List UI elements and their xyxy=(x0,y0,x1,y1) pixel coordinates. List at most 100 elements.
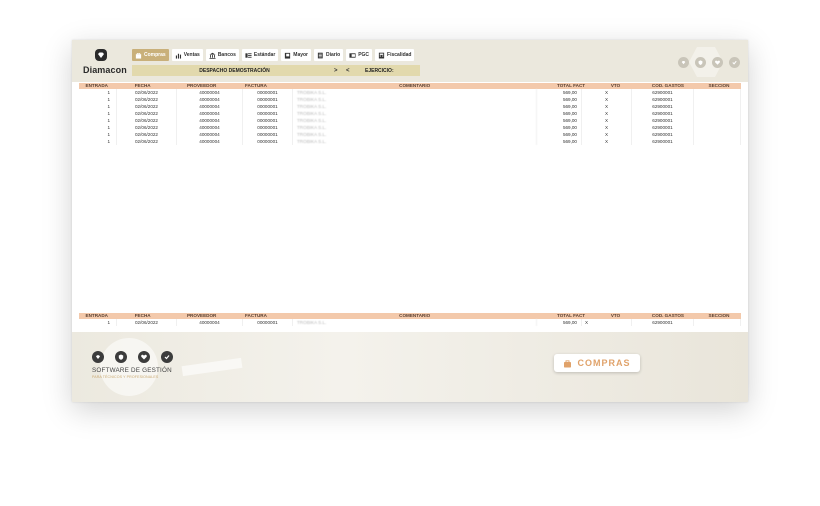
cell-vto[interactable]: X xyxy=(582,96,632,103)
cell-vto[interactable]: X xyxy=(582,89,632,96)
cell-factura[interactable]: 00000001 xyxy=(243,319,293,326)
cell-seccion[interactable] xyxy=(694,319,741,326)
cell-comentario[interactable]: TROBIKA S.L. xyxy=(293,319,537,326)
fiscalidad-button[interactable]: Fiscalidad xyxy=(375,49,415,61)
cell-proveedor[interactable]: 40000004 xyxy=(177,124,243,131)
table-row[interactable]: 1 02/06/2022 40000004 00000001 TROBIKA S.L. 5… xyxy=(79,117,741,124)
cell-cod-gastos[interactable]: 62900001 xyxy=(632,103,694,110)
cell-proveedor[interactable]: 40000004 xyxy=(177,89,243,96)
cell-comentario[interactable]: TROBIKA S.L. xyxy=(293,96,537,103)
table-row[interactable]: 1 02/06/2022 40000004 00000001 TROBIKA S.L. 5… xyxy=(79,138,741,145)
cell-comentario[interactable]: TROBIKA S.L. xyxy=(293,117,537,124)
cell-fecha[interactable]: 02/06/2022 xyxy=(117,131,177,138)
cell-factura[interactable]: 00000001 xyxy=(243,103,293,110)
bancos-button[interactable]: Bancos xyxy=(205,49,239,61)
ventas-button[interactable]: Ventas xyxy=(171,49,203,61)
table-row[interactable]: 1 02/06/2022 40000004 00000001 TROBIKA S.L. 5… xyxy=(79,131,741,138)
cell-comentario[interactable]: TROBIKA S.L. xyxy=(293,89,537,96)
cell-entrada[interactable]: 1 xyxy=(79,110,117,117)
cell-comentario[interactable]: TROBIKA S.L. xyxy=(293,124,537,131)
diario-button[interactable]: Diario xyxy=(314,49,344,61)
detail-row[interactable]: 1 02/06/2022 40000004 00000001 TROBIKA S… xyxy=(79,319,741,326)
heart-icon[interactable] xyxy=(712,57,723,68)
cell-proveedor[interactable]: 40000004 xyxy=(177,96,243,103)
cell-comentario[interactable]: TROBIKA S.L. xyxy=(293,103,537,110)
cell-proveedor[interactable]: 40000004 xyxy=(177,138,243,145)
cell-factura[interactable]: 00000001 xyxy=(243,124,293,131)
cell-total[interactable]: 569,00 xyxy=(537,319,582,326)
cell-entrada[interactable]: 1 xyxy=(79,89,117,96)
cell-seccion[interactable] xyxy=(694,89,741,96)
table-row[interactable]: 1 02/06/2022 40000004 00000001 TROBIKA S.L. 5… xyxy=(79,103,741,110)
cell-cod-gastos[interactable]: 62900001 xyxy=(632,117,694,124)
estandar-button[interactable]: Estándar xyxy=(241,49,279,61)
compras-section-button[interactable]: COMPRAS xyxy=(554,354,640,372)
cell-proveedor[interactable]: 40000004 xyxy=(177,319,243,326)
cell-seccion[interactable] xyxy=(694,96,741,103)
table-row[interactable]: 1 02/06/2022 40000004 00000001 TROBIKA S.L. 5… xyxy=(79,96,741,103)
cell-vto[interactable]: X xyxy=(582,124,632,131)
prev-button[interactable]: < xyxy=(346,68,350,74)
cell-vto[interactable]: X xyxy=(582,110,632,117)
cell-entrada[interactable]: 1 xyxy=(79,131,117,138)
cell-total[interactable]: 569,00 xyxy=(537,96,582,103)
cell-factura[interactable]: 00000001 xyxy=(243,131,293,138)
cell-vto[interactable]: X xyxy=(582,117,632,124)
cell-proveedor[interactable]: 40000004 xyxy=(177,131,243,138)
cell-cod-gastos[interactable]: 62900001 xyxy=(632,96,694,103)
cell-proveedor[interactable]: 40000004 xyxy=(177,110,243,117)
cell-factura[interactable]: 00000001 xyxy=(243,110,293,117)
cell-vto[interactable]: X xyxy=(582,138,632,145)
cell-fecha[interactable]: 02/06/2022 xyxy=(117,319,177,326)
cell-entrada[interactable]: 1 xyxy=(79,96,117,103)
cell-total[interactable]: 569,00 xyxy=(537,103,582,110)
cell-fecha[interactable]: 02/06/2022 xyxy=(117,138,177,145)
cell-cod-gastos[interactable]: 62900001 xyxy=(632,138,694,145)
cell-entrada[interactable]: 1 xyxy=(79,138,117,145)
cell-entrada[interactable]: 1 xyxy=(79,117,117,124)
cell-seccion[interactable] xyxy=(694,110,741,117)
cell-factura[interactable]: 00000001 xyxy=(243,138,293,145)
cell-entrada[interactable]: 1 xyxy=(79,103,117,110)
cell-vto[interactable]: X xyxy=(582,131,632,138)
diamond-icon[interactable] xyxy=(678,57,689,68)
cell-cod-gastos[interactable]: 62900001 xyxy=(632,131,694,138)
cell-comentario[interactable]: TROBIKA S.L. xyxy=(293,110,537,117)
compras-button[interactable]: Compras xyxy=(132,49,169,61)
cell-total[interactable]: 569,00 xyxy=(537,131,582,138)
cell-comentario[interactable]: TROBIKA S.L. xyxy=(293,131,537,138)
cell-seccion[interactable] xyxy=(694,131,741,138)
cell-fecha[interactable]: 02/06/2022 xyxy=(117,117,177,124)
mayor-button[interactable]: Mayor xyxy=(281,49,312,61)
next-button[interactable]: > xyxy=(334,68,338,74)
table-row[interactable]: 1 02/06/2022 40000004 00000001 TROBIKA S.L. 5… xyxy=(79,124,741,131)
table-row[interactable]: 1 02/06/2022 40000004 00000001 TROBIKA S.L. 5… xyxy=(79,89,741,96)
checkmark-icon[interactable] xyxy=(729,57,740,68)
cell-fecha[interactable]: 02/06/2022 xyxy=(117,103,177,110)
cell-cod-gastos[interactable]: 62900001 xyxy=(632,319,694,326)
cell-total[interactable]: 569,00 xyxy=(537,138,582,145)
cell-factura[interactable]: 00000001 xyxy=(243,117,293,124)
cell-proveedor[interactable]: 40000004 xyxy=(177,103,243,110)
cell-cod-gastos[interactable]: 62900001 xyxy=(632,110,694,117)
cell-total[interactable]: 569,00 xyxy=(537,124,582,131)
cell-entrada[interactable]: 1 xyxy=(79,319,117,326)
cell-seccion[interactable] xyxy=(694,103,741,110)
table-row[interactable]: 1 02/06/2022 40000004 00000001 TROBIKA S.L. 5… xyxy=(79,110,741,117)
cell-seccion[interactable] xyxy=(694,138,741,145)
cell-fecha[interactable]: 02/06/2022 xyxy=(117,89,177,96)
cell-seccion[interactable] xyxy=(694,124,741,131)
cell-fecha[interactable]: 02/06/2022 xyxy=(117,96,177,103)
cell-vto[interactable]: X xyxy=(582,319,632,326)
cell-total[interactable]: 569,00 xyxy=(537,117,582,124)
cell-cod-gastos[interactable]: 62900001 xyxy=(632,89,694,96)
cell-proveedor[interactable]: 40000004 xyxy=(177,117,243,124)
cell-seccion[interactable] xyxy=(694,117,741,124)
cell-vto[interactable]: X xyxy=(582,103,632,110)
cell-fecha[interactable]: 02/06/2022 xyxy=(117,124,177,131)
shield-icon[interactable] xyxy=(695,57,706,68)
cell-factura[interactable]: 00000001 xyxy=(243,89,293,96)
cell-factura[interactable]: 00000001 xyxy=(243,96,293,103)
cell-entrada[interactable]: 1 xyxy=(79,124,117,131)
cell-fecha[interactable]: 02/06/2022 xyxy=(117,110,177,117)
